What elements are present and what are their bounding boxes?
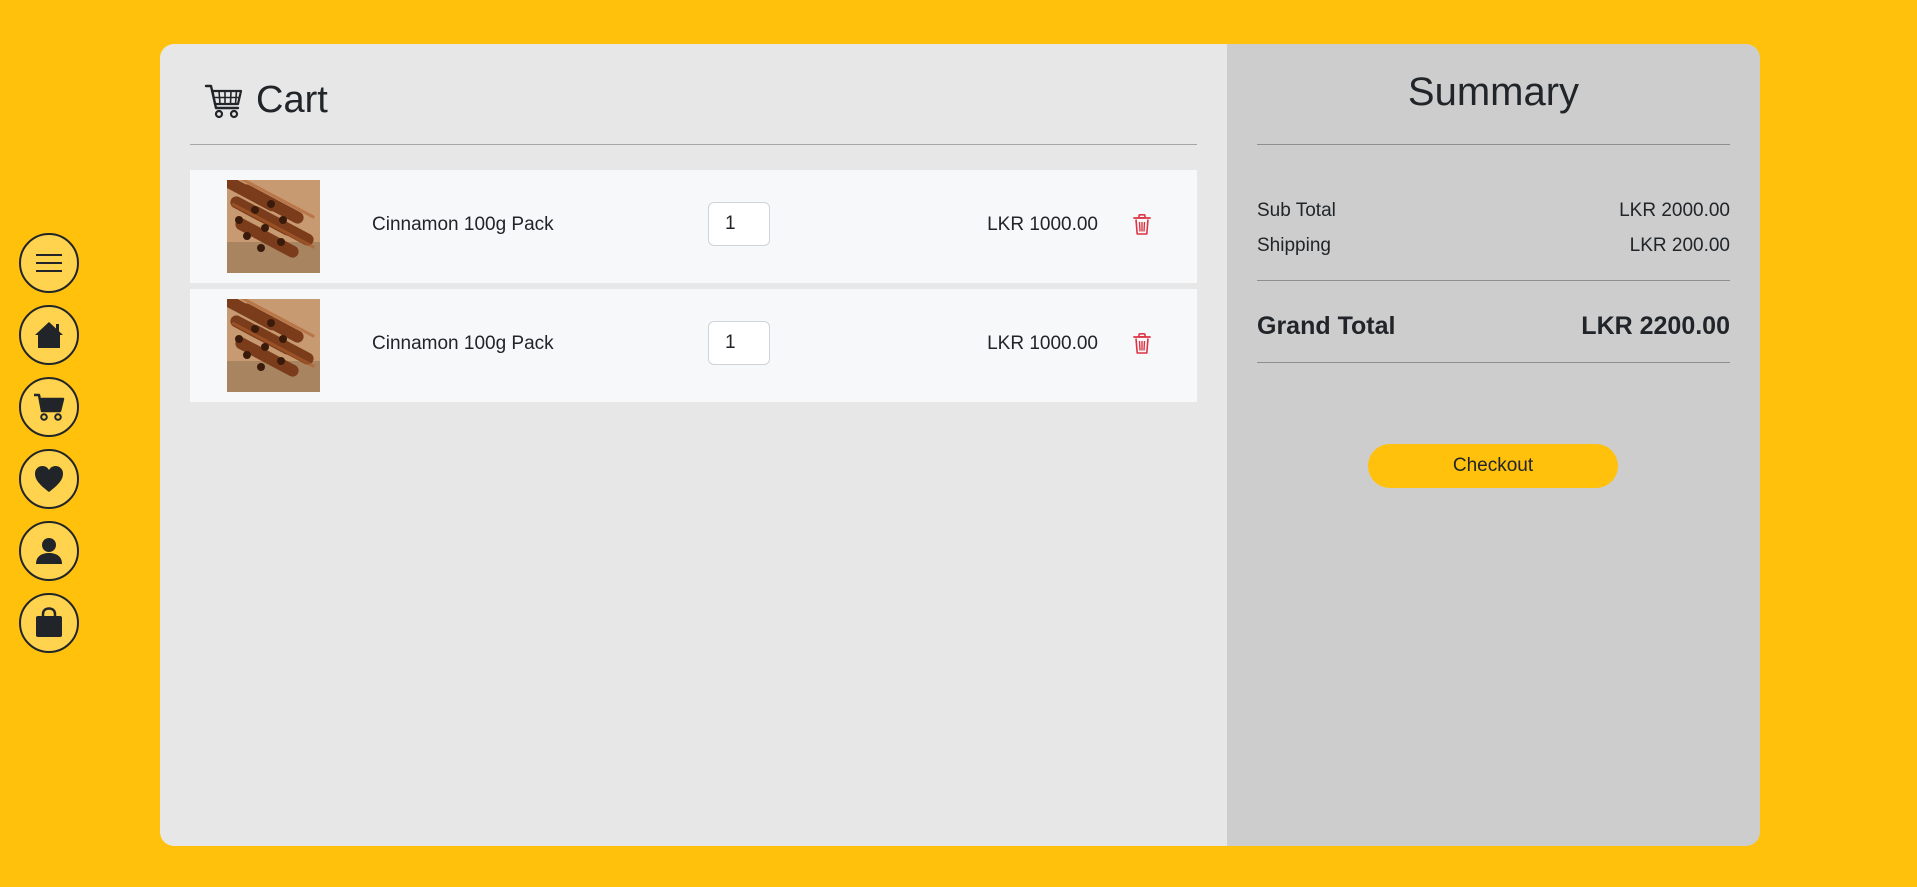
user-icon	[36, 538, 62, 564]
delete-item-button[interactable]	[1133, 333, 1151, 360]
item-name: Cinnamon 100g Pack	[372, 333, 554, 354]
summary-title: Summary	[1407, 70, 1580, 114]
delete-item-button[interactable]	[1133, 214, 1151, 241]
checkout-button[interactable]: Checkout	[1368, 444, 1618, 488]
shipping-value: LKR 200.00	[1629, 235, 1730, 256]
cart-outline-icon	[204, 84, 243, 119]
nav-cart-button[interactable]	[19, 377, 79, 437]
nav-wishlist-button[interactable]	[19, 449, 79, 509]
cart-item: Cinnamon 100g Pack LKR 1000.00	[190, 289, 1197, 402]
product-image[interactable]	[227, 299, 320, 392]
cart-header: Cart	[204, 72, 328, 128]
grand-total-row: Grand Total LKR 2200.00	[1257, 312, 1730, 341]
grand-total-value: LKR 2200.00	[1581, 312, 1730, 340]
cart-divider	[190, 144, 1197, 145]
nav-home-button[interactable]	[19, 305, 79, 365]
subtotal-value: LKR 2000.00	[1619, 200, 1730, 221]
nav-orders-button[interactable]	[19, 593, 79, 653]
grand-total-label: Grand Total	[1257, 312, 1396, 340]
subtotal-label: Sub Total	[1257, 200, 1336, 221]
subtotal-row: Sub Total LKR 2000.00	[1257, 200, 1730, 222]
cart-item: Cinnamon 100g Pack LKR 1000.00	[190, 170, 1197, 283]
shipping-label: Shipping	[1257, 235, 1331, 256]
item-name: Cinnamon 100g Pack	[372, 214, 554, 235]
trash-icon	[1133, 333, 1151, 354]
summary-panel: Summary Sub Total LKR 2000.00 Shipping L…	[1227, 44, 1760, 846]
quantity-input[interactable]	[708, 202, 770, 246]
cart-icon	[34, 393, 65, 421]
summary-divider	[1257, 362, 1730, 363]
menu-icon	[36, 254, 62, 272]
home-icon	[35, 322, 63, 348]
item-price: LKR 1000.00	[987, 333, 1098, 354]
summary-divider	[1257, 280, 1730, 281]
quantity-input[interactable]	[708, 321, 770, 365]
shipping-row: Shipping LKR 200.00	[1257, 235, 1730, 257]
cart-panel: Cart Cinnamon 100g Pack 1 LKR 1000.00 Ci…	[160, 44, 1227, 846]
nav-account-button[interactable]	[19, 521, 79, 581]
trash-icon	[1133, 214, 1151, 235]
nav-menu-button[interactable]	[19, 233, 79, 293]
summary-divider	[1257, 144, 1730, 145]
heart-icon	[35, 466, 63, 492]
item-price: LKR 1000.00	[987, 214, 1098, 235]
cart-items-list: Cinnamon 100g Pack LKR 1000.00	[190, 170, 1197, 408]
cart-card: Cart Cinnamon 100g Pack 1 LKR 1000.00 Ci…	[160, 44, 1760, 846]
product-image[interactable]	[227, 180, 320, 273]
bag-icon	[36, 607, 62, 637]
cart-title: Cart	[256, 78, 328, 121]
side-nav	[19, 233, 83, 665]
